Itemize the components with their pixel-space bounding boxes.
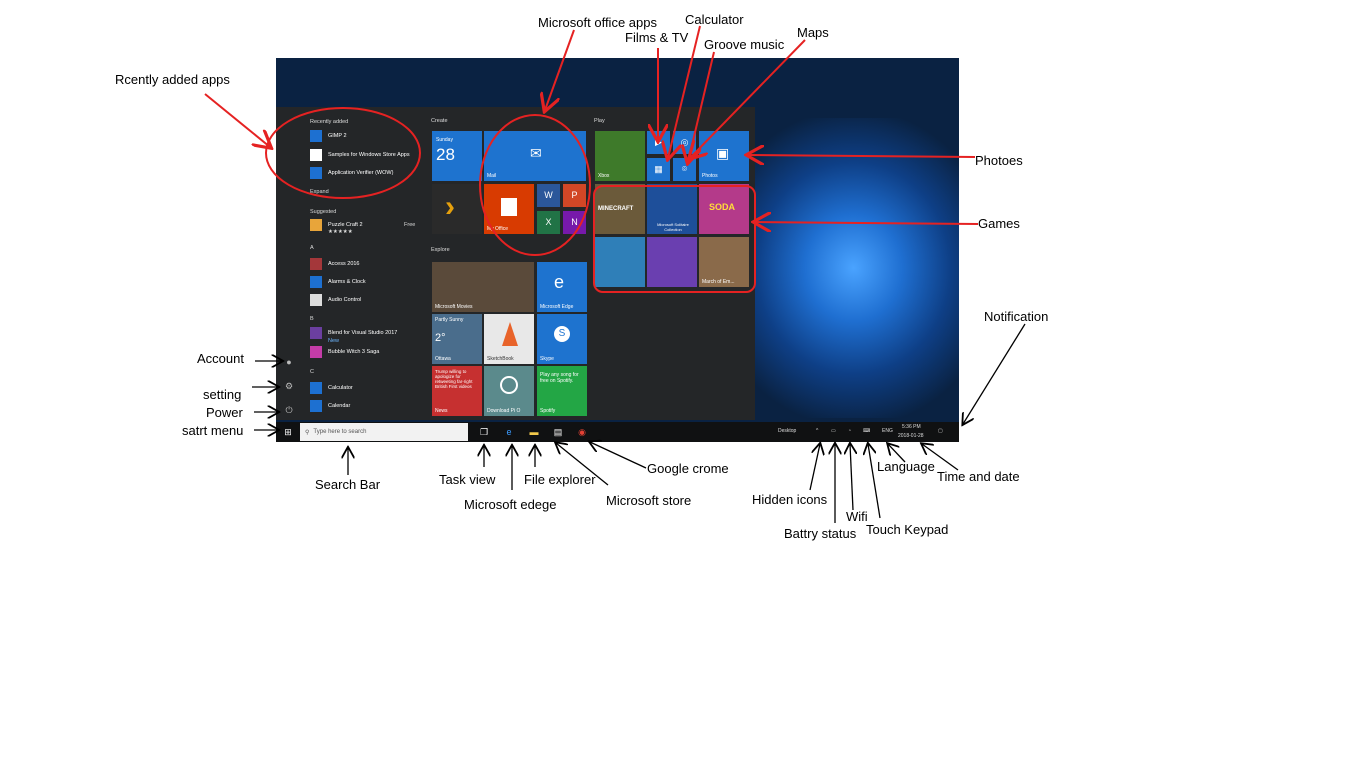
label-edge: Microsoft edege <box>464 497 557 512</box>
label-language: Language <box>877 459 935 474</box>
label-setting: setting <box>203 387 242 402</box>
recent-apps-circle <box>265 107 421 199</box>
label-task-view: Task view <box>439 472 496 487</box>
label-games: Games <box>978 216 1020 231</box>
annotation-arrows <box>204 25 1026 523</box>
label-recent-apps: Rcently added apps <box>115 72 230 87</box>
label-wifi: Wifi <box>846 509 868 524</box>
label-account: Account <box>197 351 244 366</box>
label-groove-music: Groove music <box>704 37 785 52</box>
label-notification: Notification <box>984 309 1049 324</box>
label-touch-keypad: Touch Keypad <box>866 522 949 537</box>
label-store: Microsoft store <box>606 493 692 508</box>
label-start-menu: satrt menu <box>182 423 244 438</box>
label-chrome: Google crome <box>647 461 729 476</box>
label-hidden-icons: Hidden icons <box>752 492 828 507</box>
label-maps: Maps <box>797 25 829 40</box>
label-time-date: Time and date <box>937 469 1020 484</box>
label-office-apps: Microsoft office apps <box>538 15 657 30</box>
label-films-tv: Films & TV <box>625 30 689 45</box>
label-calculator: Calculator <box>685 12 744 27</box>
label-file-explorer: File explorer <box>524 472 596 487</box>
label-search-bar: Search Bar <box>315 477 381 492</box>
label-battery: Battry status <box>784 526 857 541</box>
label-power: Power <box>206 405 243 420</box>
games-outline <box>593 185 756 293</box>
label-photos: Photoes <box>975 153 1023 168</box>
office-apps-circle <box>479 114 591 256</box>
